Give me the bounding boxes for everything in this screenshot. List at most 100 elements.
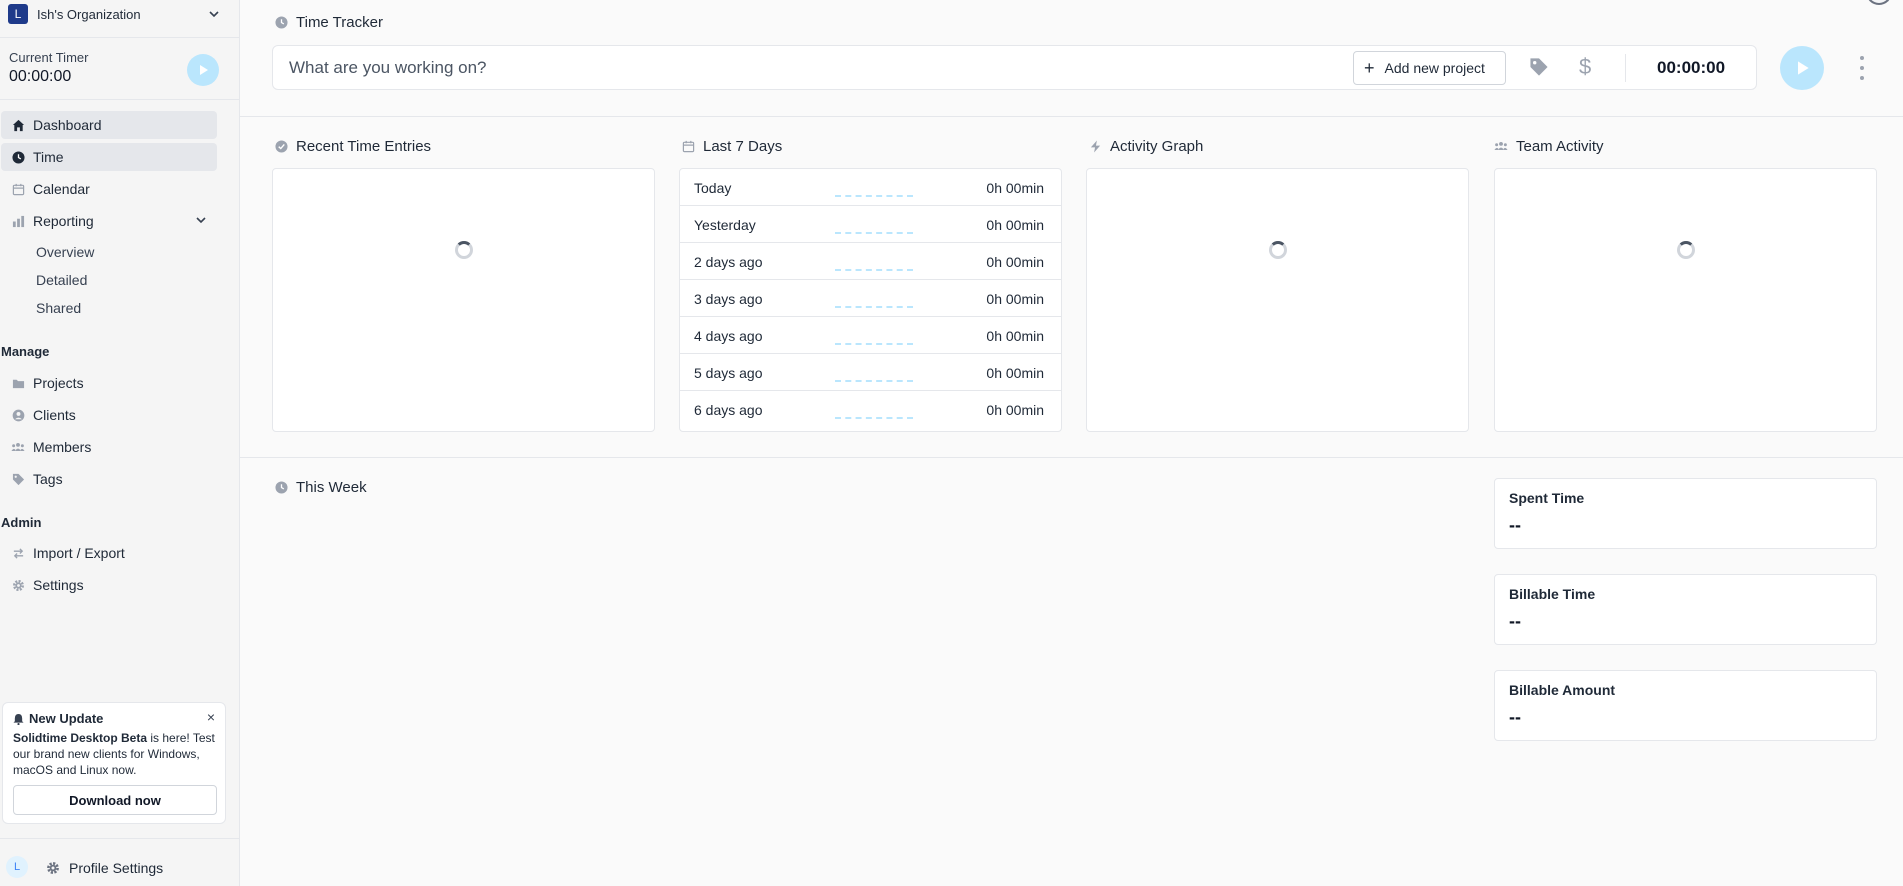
sidebar-item-settings[interactable]: Settings [1, 571, 217, 599]
sidebar-item-label: Dashboard [33, 117, 102, 133]
recent-entries-heading: Recent Time Entries [274, 138, 431, 155]
clock-icon [11, 150, 25, 164]
sidebar-item-label: Calendar [33, 181, 90, 197]
day-row: Today 0h 00min [680, 169, 1061, 206]
divider [0, 37, 239, 38]
last-7-days-heading: Last 7 Days [681, 138, 782, 155]
day-value: 0h 00min [986, 365, 1044, 381]
loading-spinner-icon [455, 241, 473, 259]
profile-settings-link[interactable]: Profile Settings [69, 860, 163, 876]
admin-heading: Admin [1, 515, 42, 530]
divider [240, 457, 1903, 458]
sidebar-subitem-detailed[interactable]: Detailed [36, 272, 87, 288]
stat-value: -- [1509, 611, 1521, 631]
sidebar-item-label: Projects [33, 375, 84, 391]
user-circle-icon [11, 408, 25, 422]
time-tracker-heading: Time Tracker [274, 14, 383, 31]
tag-icon[interactable] [1529, 57, 1549, 80]
home-icon [11, 118, 25, 132]
sidebar-item-reporting[interactable]: Reporting [1, 207, 217, 235]
org-switcher[interactable]: L Ish's Organization [8, 3, 222, 25]
bar-chart-icon [11, 214, 25, 228]
calendar-icon [11, 182, 25, 196]
sidebar-item-members[interactable]: Members [1, 433, 217, 461]
close-icon[interactable]: × [207, 709, 215, 725]
manage-heading: Manage [1, 344, 50, 359]
sidebar-item-calendar[interactable]: Calendar [1, 175, 217, 203]
chevron-down-icon[interactable] [195, 213, 207, 229]
avatar[interactable]: L [6, 856, 28, 878]
billable-amount-card: Billable Amount -- [1494, 670, 1877, 741]
day-label: 3 days ago [694, 291, 763, 307]
day-value: 0h 00min [986, 328, 1044, 344]
play-icon [200, 65, 208, 75]
sidebar-item-tags[interactable]: Tags [1, 465, 217, 493]
more-options-icon[interactable] [1857, 56, 1867, 80]
sidebar-item-label: Reporting [33, 213, 94, 229]
sidebar-item-label: Clients [33, 407, 76, 423]
day-row: 6 days ago 0h 00min [680, 391, 1061, 428]
divider [0, 99, 239, 100]
stat-label: Billable Time [1509, 586, 1596, 602]
sidebar: L Ish's Organization Current Timer 00:00… [0, 0, 240, 886]
add-project-button[interactable]: + Add new project [1353, 51, 1506, 85]
tracker-time-display[interactable]: 00:00:00 [1657, 58, 1725, 78]
sidebar-subitem-overview[interactable]: Overview [36, 244, 94, 260]
current-timer-label: Current Timer [9, 50, 89, 65]
section-title: Last 7 Days [703, 138, 783, 155]
recent-entries-card [272, 168, 655, 432]
play-icon [1798, 61, 1809, 75]
team-activity-heading: Team Activity [1494, 138, 1604, 155]
sidebar-item-dashboard[interactable]: Dashboard [1, 111, 217, 139]
stat-value: -- [1509, 707, 1521, 727]
day-row: Yesterday 0h 00min [680, 206, 1061, 243]
sidebar-play-button[interactable] [187, 54, 219, 86]
stat-value: -- [1509, 515, 1521, 535]
gear-icon [11, 578, 25, 592]
billable-time-card: Billable Time -- [1494, 574, 1877, 645]
activity-graph-card [1086, 168, 1469, 432]
org-logo: L [8, 4, 28, 24]
users-icon [11, 440, 25, 454]
sidebar-item-clients[interactable]: Clients [1, 401, 217, 429]
calendar-icon [681, 140, 695, 154]
loading-spinner-icon [1677, 241, 1695, 259]
tag-icon [11, 472, 25, 486]
update-product: Solidtime Desktop Beta [13, 731, 148, 745]
download-now-button[interactable]: Download now [13, 785, 217, 815]
plus-icon: + [1364, 58, 1375, 78]
users-icon [1494, 140, 1508, 154]
update-notice: New Update × Solidtime Desktop Beta is h… [2, 702, 226, 824]
bell-icon [13, 713, 24, 725]
day-value: 0h 00min [986, 402, 1044, 418]
folder-icon [11, 376, 25, 390]
day-value: 0h 00min [986, 217, 1044, 233]
day-label: 2 days ago [694, 254, 763, 270]
day-bar [835, 380, 913, 382]
day-bar [835, 306, 913, 308]
section-title: Recent Time Entries [296, 138, 432, 155]
sidebar-item-projects[interactable]: Projects [1, 369, 217, 397]
activity-graph-heading: Activity Graph [1088, 138, 1203, 155]
divider [240, 116, 1903, 117]
day-label: Today [694, 180, 732, 196]
chevron-down-icon[interactable] [206, 6, 222, 22]
update-message: Solidtime Desktop Beta is here! Test our… [13, 730, 218, 778]
sidebar-item-time[interactable]: Time [1, 143, 217, 171]
team-activity-card [1494, 168, 1877, 432]
add-project-label: Add new project [1384, 60, 1485, 76]
description-input[interactable]: What are you working on? [289, 58, 487, 78]
bolt-icon [1088, 140, 1102, 154]
day-bar [835, 417, 913, 419]
stat-label: Billable Amount [1509, 682, 1616, 698]
sidebar-item-label: Tags [33, 471, 63, 487]
sidebar-item-import-export[interactable]: Import / Export [1, 539, 217, 567]
sidebar-item-label: Members [33, 439, 92, 455]
sidebar-subitem-shared[interactable]: Shared [36, 300, 81, 316]
section-title: Activity Graph [1110, 138, 1204, 155]
day-bar [835, 269, 913, 271]
day-value: 0h 00min [986, 180, 1044, 196]
divider [0, 838, 239, 839]
billable-dollar-icon[interactable]: $ [1579, 54, 1591, 80]
start-timer-button[interactable] [1780, 46, 1824, 90]
